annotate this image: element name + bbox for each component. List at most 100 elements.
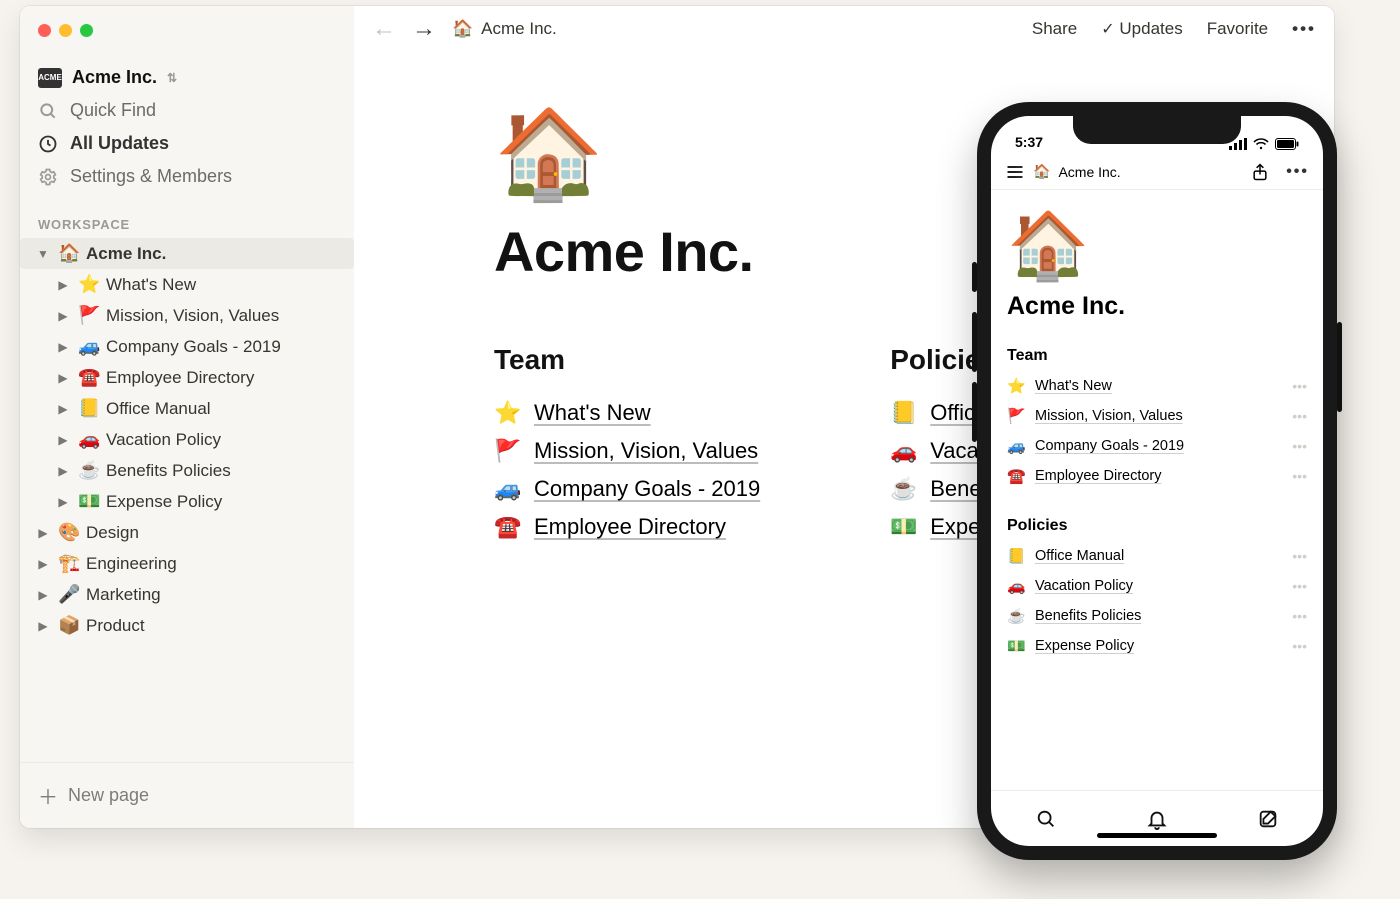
dollar-icon: 💵 [890,515,916,540]
hamburger-menu-icon[interactable] [1005,162,1025,182]
page-link-manual[interactable]: 📒Office Manual••• [1007,541,1307,571]
updates-button[interactable]: ✓ Updates [1101,19,1182,39]
page-cover-icon[interactable]: 🏠 [1007,214,1307,280]
nav-forward-button[interactable]: → [412,15,436,43]
page-link-mission[interactable]: 🚩Mission, Vision, Values••• [1007,401,1307,431]
chevron-right-icon[interactable]: ▶ [54,371,72,385]
workspace-badge: ACME [38,68,62,88]
chevron-right-icon[interactable]: ▶ [34,619,52,633]
more-menu-button[interactable]: ••• [1286,163,1309,181]
page-link-goals[interactable]: 🚙Company Goals - 2019••• [1007,431,1307,461]
quick-find-button[interactable]: Quick Find [20,94,354,127]
tree-item-vacation[interactable]: ▶🚗Vacation Policy [20,424,354,455]
package-icon: 📦 [58,615,80,636]
all-updates-button[interactable]: All Updates [20,127,354,160]
page-link-mission[interactable]: 🚩Mission, Vision, Values [494,432,760,470]
search-icon [38,101,58,121]
new-page-button[interactable]: ＋ New page [20,762,354,828]
clock-icon [38,134,58,154]
chevron-right-icon[interactable]: ▶ [54,340,72,354]
chevron-right-icon[interactable]: ▶ [34,557,52,571]
page-link-goals[interactable]: 🚙Company Goals - 2019 [494,470,760,508]
tree-item-benefits[interactable]: ▶☕Benefits Policies [20,455,354,486]
chevron-down-icon[interactable]: ▼ [34,247,52,261]
tree-item-label: Company Goals - 2019 [106,337,281,357]
page-link-whats-new[interactable]: ⭐ What's New [494,394,760,432]
page-link-vacation[interactable]: 🚗Vacation Policy••• [1007,571,1307,601]
page-link-whats-new[interactable]: ⭐What's New••• [1007,371,1307,401]
star-icon: ⭐ [494,401,520,426]
tree-item-directory[interactable]: ▶☎️Employee Directory [20,362,354,393]
favorite-button[interactable]: Favorite [1207,19,1268,39]
plus-icon: ＋ [38,781,58,810]
row-actions-icon[interactable]: ••• [1292,608,1307,624]
tree-item-label: Marketing [86,585,161,605]
row-actions-icon[interactable]: ••• [1292,548,1307,564]
row-actions-icon[interactable]: ••• [1292,408,1307,424]
flag-icon: 🚩 [1007,407,1025,425]
tree-item-mission[interactable]: ▶ 🚩 Mission, Vision, Values [20,300,354,331]
chevron-right-icon[interactable]: ▶ [34,526,52,540]
coffee-icon: ☕ [1007,607,1025,625]
page-link-label: Expense Policy [1035,638,1134,654]
bell-icon[interactable] [1146,808,1168,830]
nav-back-button[interactable]: ← [372,15,396,43]
chevron-right-icon[interactable]: ▶ [54,495,72,509]
page-link-directory[interactable]: ☎️Employee Directory••• [1007,461,1307,491]
workspace-section-label: WORKSPACE [20,193,354,238]
tree-item-manual[interactable]: ▶📒Office Manual [20,393,354,424]
page-link-label: What's New [534,400,651,426]
tree-item-marketing[interactable]: ▶🎤Marketing [20,579,354,610]
mobile-breadcrumb-label: Acme Inc. [1058,164,1120,180]
tree-item-label: Product [86,616,145,636]
chevron-right-icon[interactable]: ▶ [34,588,52,602]
flag-icon: 🚩 [78,305,100,326]
breadcrumb[interactable]: 🏠 Acme Inc. [452,19,557,39]
phone-power-button [1337,322,1342,412]
tree-item-label: Mission, Vision, Values [106,306,279,326]
row-actions-icon[interactable]: ••• [1292,638,1307,654]
page-title[interactable]: Acme Inc. [1007,292,1307,321]
tree-item-engineering[interactable]: ▶🏗️Engineering [20,548,354,579]
workspace-switcher[interactable]: ACME Acme Inc. ⇅ [20,37,354,94]
tree-item-whats-new[interactable]: ▶⭐What's New [20,269,354,300]
chevron-right-icon[interactable]: ▶ [54,433,72,447]
gear-icon [38,167,58,187]
search-icon[interactable] [1035,808,1057,830]
updates-label: Updates [1119,19,1182,38]
sidebar: ACME Acme Inc. ⇅ Quick Find All Updates … [20,6,354,828]
more-menu-button[interactable]: ••• [1292,19,1316,39]
row-actions-icon[interactable]: ••• [1292,378,1307,394]
minimize-window-button[interactable] [59,24,72,37]
page-link-directory[interactable]: ☎️Employee Directory [494,508,760,546]
share-icon[interactable] [1250,162,1270,182]
chevron-right-icon[interactable]: ▶ [54,278,72,292]
settings-members-button[interactable]: Settings & Members [20,160,354,193]
page-link-label: Company Goals - 2019 [1035,438,1184,454]
chevron-right-icon[interactable]: ▶ [54,464,72,478]
maximize-window-button[interactable] [80,24,93,37]
home-indicator[interactable] [1097,833,1217,838]
close-window-button[interactable] [38,24,51,37]
row-actions-icon[interactable]: ••• [1292,438,1307,454]
tree-item-label: Design [86,523,139,543]
page-link-benefits[interactable]: ☕Benefits Policies••• [1007,601,1307,631]
phone-notch [1073,116,1241,144]
phone-silence-switch [972,262,977,292]
tree-item-product[interactable]: ▶ 📦 Product [20,610,354,641]
page-link-label: Office Manual [1035,548,1124,564]
tree-item-expense[interactable]: ▶💵Expense Policy [20,486,354,517]
wifi-icon [1253,138,1269,150]
share-button[interactable]: Share [1032,19,1077,39]
dollar-icon: 💵 [78,491,100,512]
page-link-expense[interactable]: 💵Expense Policy••• [1007,631,1307,661]
row-actions-icon[interactable]: ••• [1292,578,1307,594]
chevron-right-icon[interactable]: ▶ [54,309,72,323]
tree-root-acme[interactable]: ▼ 🏠 Acme Inc. [20,238,354,269]
tree-item-label: What's New [106,275,196,295]
chevron-right-icon[interactable]: ▶ [54,402,72,416]
row-actions-icon[interactable]: ••• [1292,468,1307,484]
tree-item-design[interactable]: ▶🎨Design [20,517,354,548]
compose-icon[interactable] [1257,808,1279,830]
tree-item-goals[interactable]: ▶🚙Company Goals - 2019 [20,331,354,362]
